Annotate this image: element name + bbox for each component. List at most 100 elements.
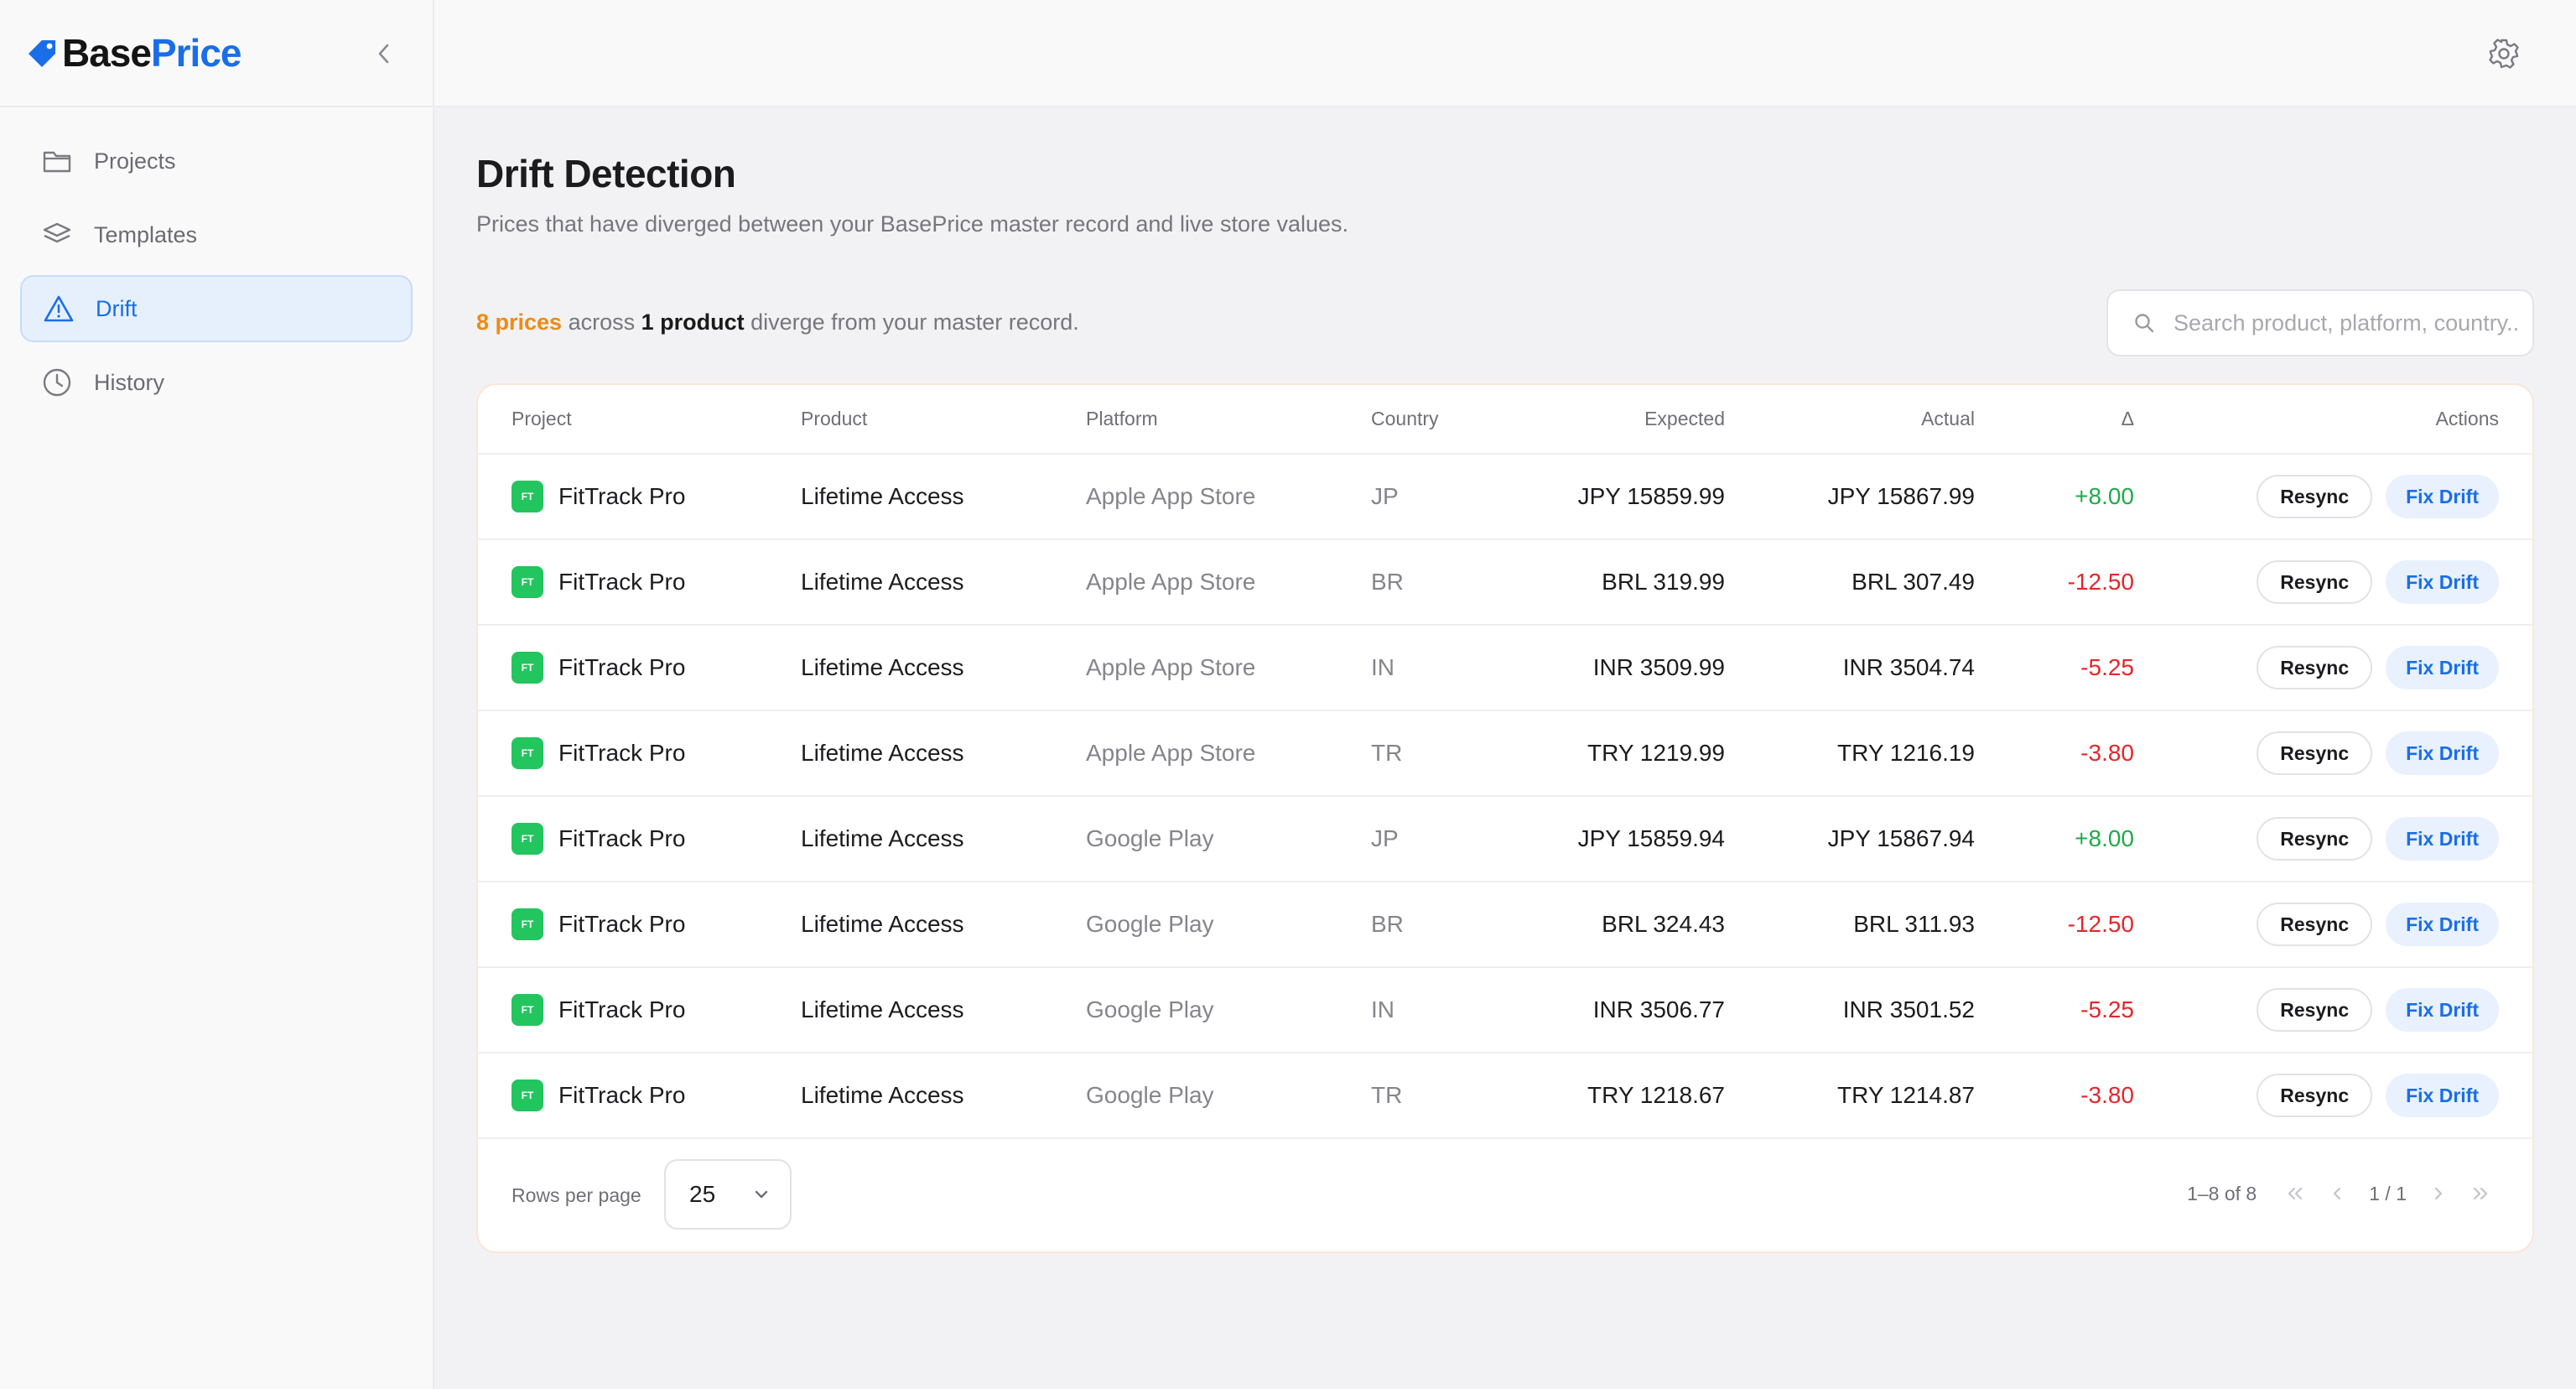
brand-header: BasePrice bbox=[0, 0, 433, 107]
cell-delta: -3.80 bbox=[1975, 1053, 2134, 1139]
sidebar-item-label: History bbox=[94, 369, 165, 395]
sidebar-item-label: Projects bbox=[94, 148, 176, 174]
rows-per-page-label: Rows per page bbox=[512, 1184, 641, 1206]
first-page-button[interactable] bbox=[2285, 1181, 2305, 1206]
sidebar-item-label: Drift bbox=[96, 295, 138, 321]
last-page-button[interactable] bbox=[2470, 1181, 2490, 1206]
cell-actual: BRL 311.93 bbox=[1725, 882, 1975, 968]
cell-project: FT FitTrack Pro bbox=[478, 625, 801, 711]
project-name: FitTrack Pro bbox=[558, 483, 686, 509]
fix-drift-button[interactable]: Fix Drift bbox=[2386, 988, 2499, 1032]
drift-table-card: Project Product Platform Country Expecte… bbox=[476, 383, 2534, 1253]
chevron-left-icon bbox=[2334, 1187, 2341, 1200]
brand-logo[interactable]: BasePrice bbox=[25, 30, 242, 75]
drift-summary: 8 prices across 1 product diverge from y… bbox=[476, 310, 1079, 335]
sidebar-item-projects[interactable]: Projects bbox=[20, 127, 413, 195]
column-header-delta[interactable]: Δ bbox=[1975, 385, 2134, 455]
rows-per-page-select[interactable]: 25 bbox=[664, 1159, 792, 1230]
cell-country: TR bbox=[1371, 1053, 1539, 1139]
fix-drift-button[interactable]: Fix Drift bbox=[2386, 560, 2499, 604]
sidebar-item-history[interactable]: History bbox=[20, 349, 413, 416]
fix-drift-button[interactable]: Fix Drift bbox=[2386, 475, 2499, 518]
fix-drift-button[interactable]: Fix Drift bbox=[2386, 646, 2499, 689]
page-title: Drift Detection bbox=[476, 152, 736, 195]
table-row: FT FitTrack Pro Lifetime Access Apple App S… bbox=[478, 625, 2532, 711]
resync-button[interactable]: Resync bbox=[2257, 988, 2373, 1032]
column-header-project[interactable]: Project bbox=[478, 385, 801, 455]
resync-button[interactable]: Resync bbox=[2257, 475, 2373, 518]
cell-country: TR bbox=[1371, 710, 1539, 797]
summary-row: 8 prices across 1 product diverge from y… bbox=[476, 289, 2534, 356]
cell-product: Lifetime Access bbox=[801, 796, 1086, 882]
cell-actual: TRY 1214.87 bbox=[1725, 1053, 1975, 1139]
cell-project: FT FitTrack Pro bbox=[478, 539, 801, 626]
settings-button[interactable] bbox=[2487, 37, 2521, 70]
cell-platform: Google Play bbox=[1086, 882, 1371, 968]
table-row: FT FitTrack Pro Lifetime Access Apple App S… bbox=[478, 710, 2532, 797]
sidebar-item-drift[interactable]: Drift bbox=[20, 275, 413, 342]
project-badge: FT bbox=[512, 1079, 543, 1111]
column-header-country[interactable]: Country bbox=[1371, 385, 1539, 455]
cell-product: Lifetime Access bbox=[801, 882, 1086, 968]
cell-expected: INR 3509.99 bbox=[1539, 625, 1725, 711]
cell-country: IN bbox=[1371, 967, 1539, 1053]
cell-product: Lifetime Access bbox=[801, 710, 1086, 797]
cell-expected: BRL 319.99 bbox=[1539, 539, 1725, 626]
column-header-expected[interactable]: Expected bbox=[1539, 385, 1725, 455]
cell-actual: BRL 307.49 bbox=[1725, 539, 1975, 626]
table-row: FT FitTrack Pro Lifetime Access Apple App S… bbox=[478, 454, 2532, 540]
cell-platform: Google Play bbox=[1086, 1053, 1371, 1139]
cell-platform: Apple App Store bbox=[1086, 710, 1371, 797]
collapse-sidebar-button[interactable] bbox=[372, 39, 396, 69]
fix-drift-button[interactable]: Fix Drift bbox=[2386, 903, 2499, 946]
cell-country: BR bbox=[1371, 539, 1539, 626]
column-header-actual[interactable]: Actual bbox=[1725, 385, 1975, 455]
project-badge: FT bbox=[512, 566, 543, 598]
gear-icon bbox=[2489, 39, 2519, 69]
cell-product: Lifetime Access bbox=[801, 967, 1086, 1053]
folder-icon bbox=[40, 144, 74, 178]
resync-button[interactable]: Resync bbox=[2257, 560, 2373, 604]
next-page-button[interactable] bbox=[2428, 1181, 2449, 1206]
pagination: 1–8 of 8 1 / 1 bbox=[2187, 1181, 2490, 1206]
cell-actions: Resync Fix Drift bbox=[2134, 882, 2532, 968]
table-row: FT FitTrack Pro Lifetime Access Google Play… bbox=[478, 882, 2532, 968]
fix-drift-button[interactable]: Fix Drift bbox=[2386, 731, 2499, 775]
table-row: FT FitTrack Pro Lifetime Access Google Play… bbox=[478, 967, 2532, 1053]
column-header-product[interactable]: Product bbox=[801, 385, 1086, 455]
resync-button[interactable]: Resync bbox=[2257, 903, 2373, 946]
resync-button[interactable]: Resync bbox=[2257, 1074, 2373, 1117]
column-header-platform[interactable]: Platform bbox=[1086, 385, 1371, 455]
resync-button[interactable]: Resync bbox=[2257, 817, 2373, 861]
cell-product: Lifetime Access bbox=[801, 454, 1086, 540]
fix-drift-button[interactable]: Fix Drift bbox=[2386, 1074, 2499, 1117]
resync-button[interactable]: Resync bbox=[2257, 646, 2373, 689]
cell-project: FT FitTrack Pro bbox=[478, 1053, 801, 1139]
cell-expected: JPY 15859.99 bbox=[1539, 454, 1725, 540]
project-name: FitTrack Pro bbox=[558, 740, 686, 766]
search-input[interactable] bbox=[2174, 310, 2517, 336]
cell-platform: Apple App Store bbox=[1086, 539, 1371, 626]
table-row: FT FitTrack Pro Lifetime Access Apple App S… bbox=[478, 539, 2532, 626]
project-badge: FT bbox=[512, 737, 543, 769]
cell-product: Lifetime Access bbox=[801, 539, 1086, 626]
resync-button[interactable]: Resync bbox=[2257, 731, 2373, 775]
search-box[interactable] bbox=[2106, 289, 2534, 356]
warning-triangle-icon bbox=[42, 292, 75, 325]
sidebar: BasePrice Projects Templates Drift Histo… bbox=[0, 0, 434, 1389]
cell-actions: Resync Fix Drift bbox=[2134, 1053, 2532, 1139]
chevron-left-icon bbox=[378, 44, 389, 64]
cell-project: FT FitTrack Pro bbox=[478, 967, 801, 1053]
cell-actions: Resync Fix Drift bbox=[2134, 967, 2532, 1053]
fix-drift-button[interactable]: Fix Drift bbox=[2386, 817, 2499, 861]
table-header-row: Project Product Platform Country Expecte… bbox=[478, 385, 2532, 455]
cell-expected: BRL 324.43 bbox=[1539, 882, 1725, 968]
cell-platform: Apple App Store bbox=[1086, 625, 1371, 711]
previous-page-button[interactable] bbox=[2327, 1181, 2347, 1206]
cell-delta: -12.50 bbox=[1975, 882, 2134, 968]
project-name: FitTrack Pro bbox=[558, 654, 686, 680]
cell-product: Lifetime Access bbox=[801, 1053, 1086, 1139]
cell-country: IN bbox=[1371, 625, 1539, 711]
cell-actions: Resync Fix Drift bbox=[2134, 539, 2532, 626]
sidebar-item-templates[interactable]: Templates bbox=[20, 201, 413, 268]
